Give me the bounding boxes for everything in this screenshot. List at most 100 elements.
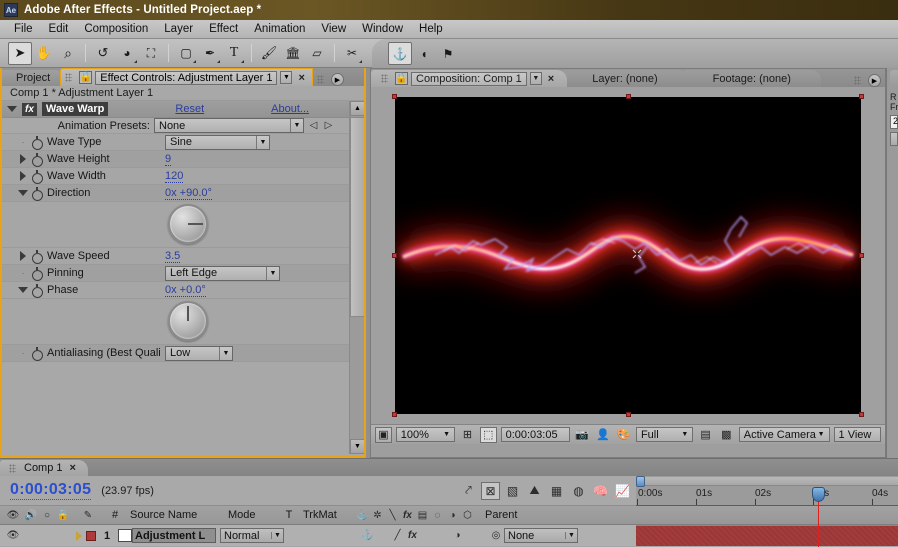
timeline-playhead-marker[interactable] (812, 487, 825, 502)
show-snapshot-icon[interactable]: 👤 (594, 427, 611, 443)
col-video-icon[interactable]: 👁 (4, 510, 22, 521)
direction-dial[interactable] (168, 204, 208, 244)
live-update-button[interactable]: ⤤ (459, 482, 478, 500)
chevron-down-icon[interactable]: ▼ (256, 135, 269, 149)
eraser-tool[interactable]: ▱ (305, 42, 329, 65)
region-of-interest-icon[interactable]: ⬚ (479, 426, 497, 443)
reset-link[interactable]: Reset (175, 103, 204, 115)
twirl-right-icon[interactable] (16, 251, 30, 261)
right-dock-field[interactable]: 2 (890, 115, 898, 129)
layer-label-color[interactable] (86, 530, 96, 541)
menu-file[interactable]: File (6, 22, 41, 36)
switch-anchor-icon[interactable]: ⚓ (355, 510, 370, 521)
right-dock-tab[interactable] (890, 70, 898, 86)
zoom-tool[interactable]: ⌕ (56, 42, 80, 65)
pinning-dropdown[interactable]: Left Edge ▼ (165, 265, 280, 281)
chevron-down-icon[interactable]: ▼ (266, 266, 279, 280)
right-dock-button[interactable] (890, 132, 898, 146)
twirl-right-icon[interactable] (16, 154, 30, 164)
composition-canvas[interactable] (392, 94, 864, 417)
layer-source-name[interactable]: Adjustment L (132, 528, 216, 543)
pen-tool[interactable]: ✒ (198, 42, 222, 65)
property-row-direction[interactable]: Direction 0x +90.0° (2, 185, 364, 202)
chevron-down-icon[interactable]: ▼ (219, 346, 232, 360)
pan-behind-tool[interactable]: ⛶ (139, 42, 163, 65)
panel-grip-icon-2[interactable] (316, 75, 324, 84)
layer-duration-bar[interactable] (636, 525, 898, 546)
stopwatch-icon-direction[interactable] (30, 186, 43, 201)
layer-video-toggle[interactable]: 👁 (4, 530, 22, 541)
twirl-right-icon[interactable] (16, 171, 30, 181)
timeline-current-time[interactable]: 0:00:03:05 (10, 481, 92, 500)
panel-menu-icon[interactable]: ▶ (868, 74, 881, 87)
selection-handle-tc[interactable] (626, 94, 631, 99)
menu-window[interactable]: Window (354, 22, 411, 36)
close-icon[interactable]: × (67, 462, 79, 474)
selection-tool[interactable]: ➤ (8, 41, 32, 65)
chevron-down-icon[interactable]: ▼ (681, 431, 688, 438)
twirl-down-icon[interactable] (16, 190, 30, 196)
layer-switch-effects[interactable]: fx (405, 530, 420, 541)
tab-effect-controls[interactable]: 🔒 Effect Controls: Adjustment Layer 1 ▼ … (60, 68, 313, 86)
property-row-wave-type[interactable]: · Wave Type Sine ▼ (2, 134, 364, 151)
col-audio-icon[interactable]: 🔊 (22, 510, 40, 521)
panel-lock-icon[interactable]: 🔒 (79, 71, 93, 84)
tab-footage[interactable]: Footage: (none) (682, 70, 821, 87)
switch-motion-blur-icon[interactable]: ◌ (430, 510, 445, 521)
show-channel-icon[interactable]: 🎨 (615, 427, 632, 443)
col-lock-icon[interactable]: 🔒 (54, 510, 72, 521)
take-snapshot-icon[interactable]: 📷 (574, 427, 591, 443)
tab-layer[interactable]: Layer: (none) (562, 70, 688, 87)
switch-effects-icon[interactable]: fx (400, 510, 415, 521)
selection-handle-bl[interactable] (392, 412, 397, 417)
brush-tool[interactable]: 🖌 (257, 42, 281, 65)
grid-guides-icon[interactable]: ⊞ (459, 427, 476, 443)
tab-comp-1[interactable]: Comp 1 × (0, 460, 88, 476)
panel-grip-icon-3[interactable] (854, 76, 861, 85)
chevron-down-icon[interactable]: ▼ (290, 119, 303, 132)
shape-tool[interactable]: ▢ (174, 42, 198, 65)
col-solo-icon[interactable]: ○ (40, 510, 54, 521)
stopwatch-icon-antialiasing[interactable] (30, 346, 43, 361)
property-row-pinning[interactable]: · Pinning Left Edge ▼ (2, 265, 364, 282)
camera-view-dropdown[interactable]: Active Camera ▼ (738, 427, 830, 442)
orbit-camera-tool[interactable]: ◕ (115, 42, 139, 65)
col-label-icon[interactable]: ✎ (72, 510, 104, 521)
menu-edit[interactable]: Edit (41, 22, 77, 36)
wave-type-dropdown[interactable]: Sine ▼ (165, 134, 270, 150)
tab-dropdown-icon[interactable]: ▼ (280, 71, 293, 84)
property-row-phase[interactable]: Phase 0x +0.0° (2, 282, 364, 299)
motion-blur-button[interactable]: ▦ (547, 482, 566, 500)
menu-help[interactable]: Help (411, 22, 451, 36)
about-link[interactable]: About... (271, 103, 309, 115)
effect-controls-scrollbar[interactable]: ▲ ▼ (349, 101, 364, 454)
phase-value[interactable]: 0x +0.0° (165, 284, 206, 297)
menu-effect[interactable]: Effect (201, 22, 246, 36)
stopwatch-icon-wave-type[interactable] (30, 135, 43, 150)
timeline-tick-strip[interactable]: 0:00s 01s 02s 03s 04s (636, 487, 898, 506)
brainstorm-button[interactable]: ◍ (569, 482, 588, 500)
scroll-up-button[interactable]: ▲ (350, 101, 364, 116)
close-icon[interactable]: × (545, 73, 557, 85)
work-area-bar[interactable] (636, 477, 898, 486)
clone-stamp-tool[interactable]: 🏛 (281, 42, 305, 65)
twirl-down-icon[interactable] (16, 287, 30, 293)
switch-quality-icon[interactable]: ╲ (385, 510, 400, 521)
selection-handle-tr[interactable] (859, 94, 864, 99)
preset-prev-icon[interactable]: ◁ (308, 120, 319, 131)
menu-animation[interactable]: Animation (246, 22, 313, 36)
switch-collapse-icon[interactable]: ✲ (370, 510, 385, 521)
layer-parent-dropdown[interactable]: None ▼ (504, 528, 578, 543)
chevron-down-icon[interactable]: ▼ (565, 532, 577, 539)
anchor-point-tool[interactable]: ⚓ (388, 42, 412, 65)
property-row-wave-width[interactable]: Wave Width 120 (2, 168, 364, 185)
work-area-start-handle[interactable] (636, 476, 645, 487)
twirl-down-icon[interactable] (7, 106, 17, 112)
rotation-tool[interactable]: ↺ (91, 42, 115, 65)
chevron-down-icon[interactable]: ▼ (271, 532, 283, 539)
frame-blending-button[interactable]: ⛰ (525, 482, 544, 500)
type-tool[interactable]: T (222, 42, 246, 65)
panel-grip-icon[interactable] (9, 463, 16, 473)
selection-handle-tl[interactable] (392, 94, 397, 99)
panel-lock-icon[interactable]: 🔒 (395, 72, 408, 85)
